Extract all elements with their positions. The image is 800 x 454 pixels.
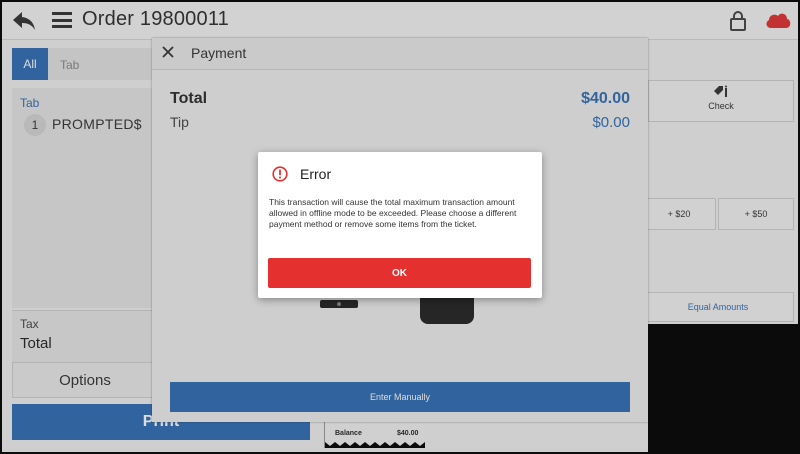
error-title: Error <box>300 166 332 182</box>
ok-button[interactable]: OK <box>268 258 531 288</box>
error-message: This transaction will cause the total ma… <box>269 197 517 229</box>
error-dialog: Error This transaction will cause the to… <box>258 152 542 298</box>
error-icon <box>272 166 288 182</box>
